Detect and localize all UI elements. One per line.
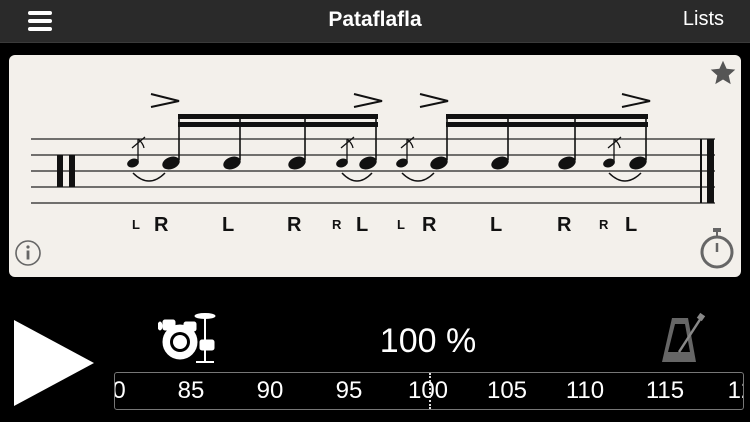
metronome-icon[interactable] (654, 312, 714, 369)
sticking-note: L (356, 214, 368, 236)
sticking-note: L (222, 214, 234, 236)
sticking-grace: R (599, 217, 609, 232)
info-icon[interactable] (14, 239, 42, 272)
top-bar: Pataflafla Lists (0, 0, 750, 43)
stopwatch-icon[interactable] (697, 227, 737, 274)
tempo-scale-label: 100 (407, 377, 449, 404)
drum-notation: L R L R R L L R L R R L (31, 93, 715, 236)
tempo-scale-label: 0 (115, 377, 126, 405)
sheet-music-card: L R L R R L L R L R R L (9, 55, 741, 277)
tempo-percent: 100 % (379, 322, 477, 360)
tempo-scale-label: 95 (335, 377, 363, 404)
sticking-note: L (625, 214, 637, 236)
tempo-scale-label: 12 (727, 377, 743, 404)
tempo-scale-label: 110 (565, 377, 605, 404)
sticking-note: R (557, 214, 572, 236)
sticking-note: R (287, 214, 302, 236)
sticking-grace: L (397, 217, 405, 232)
lists-button[interactable]: Lists (683, 8, 724, 31)
tempo-slider[interactable]: 0 85 90 95 100 105 110 115 12 (114, 372, 744, 410)
sticking-grace: L (132, 217, 140, 232)
tempo-scale-label: 90 (256, 377, 284, 404)
tempo-scale-label: 85 (177, 377, 205, 404)
play-icon[interactable] (14, 320, 96, 411)
page-title: Pataflafla (328, 8, 422, 31)
sticking-note: L (490, 214, 502, 236)
drum-kit-icon[interactable] (157, 312, 220, 369)
tempo-center-marker (429, 373, 431, 409)
sticking-grace: R (332, 217, 342, 232)
sticking-note: R (154, 214, 169, 236)
sticking-note: R (422, 214, 437, 236)
star-icon[interactable] (709, 59, 737, 92)
tempo-scale-label: 115 (645, 377, 685, 404)
tempo-scale-label: 105 (486, 377, 528, 404)
